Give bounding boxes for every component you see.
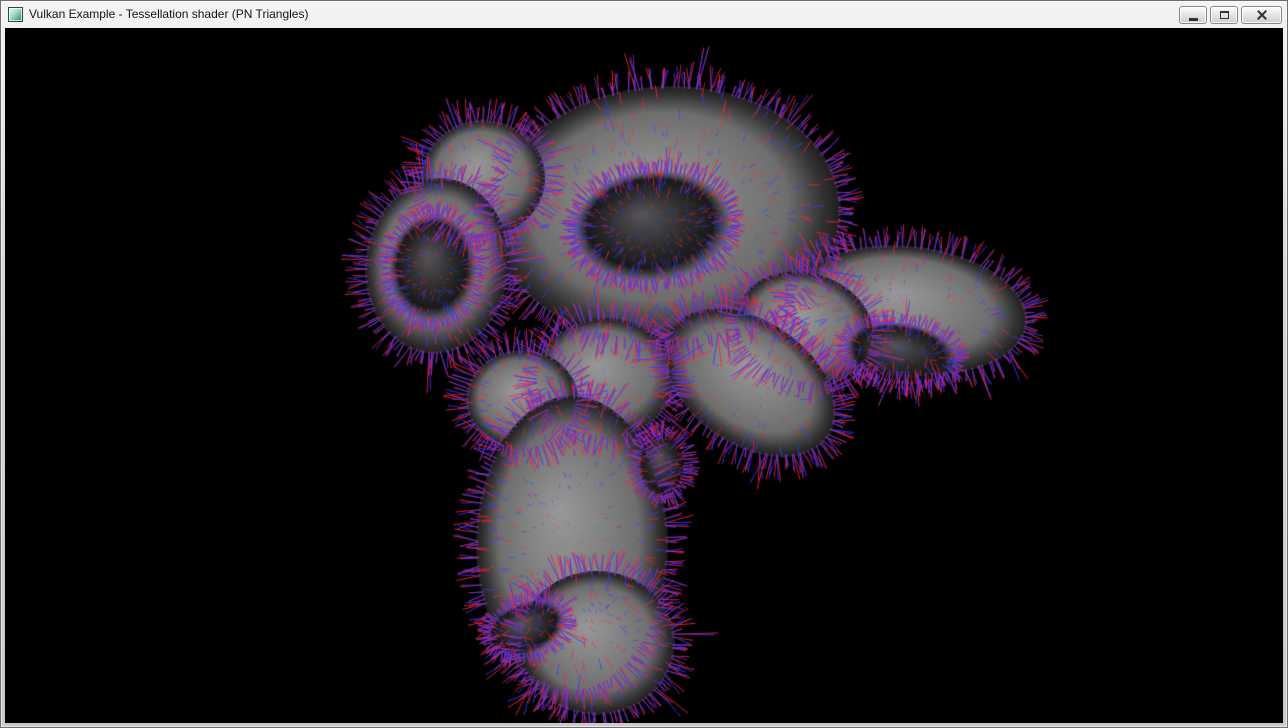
app-window: Vulkan Example - Tessellation shader (PN… bbox=[0, 0, 1288, 728]
minimize-button[interactable] bbox=[1179, 6, 1207, 24]
maximize-button[interactable] bbox=[1210, 6, 1238, 24]
close-icon bbox=[1257, 10, 1267, 20]
render-viewport[interactable] bbox=[5, 28, 1283, 723]
close-button[interactable] bbox=[1241, 6, 1282, 24]
minimize-icon bbox=[1189, 18, 1198, 21]
title-bar[interactable]: Vulkan Example - Tessellation shader (PN… bbox=[1, 1, 1287, 27]
window-controls bbox=[1179, 5, 1282, 24]
vulkan-render-canvas[interactable] bbox=[5, 28, 1283, 723]
maximize-icon bbox=[1220, 11, 1229, 19]
app-icon bbox=[8, 7, 23, 22]
window-title: Vulkan Example - Tessellation shader (PN… bbox=[29, 7, 308, 21]
